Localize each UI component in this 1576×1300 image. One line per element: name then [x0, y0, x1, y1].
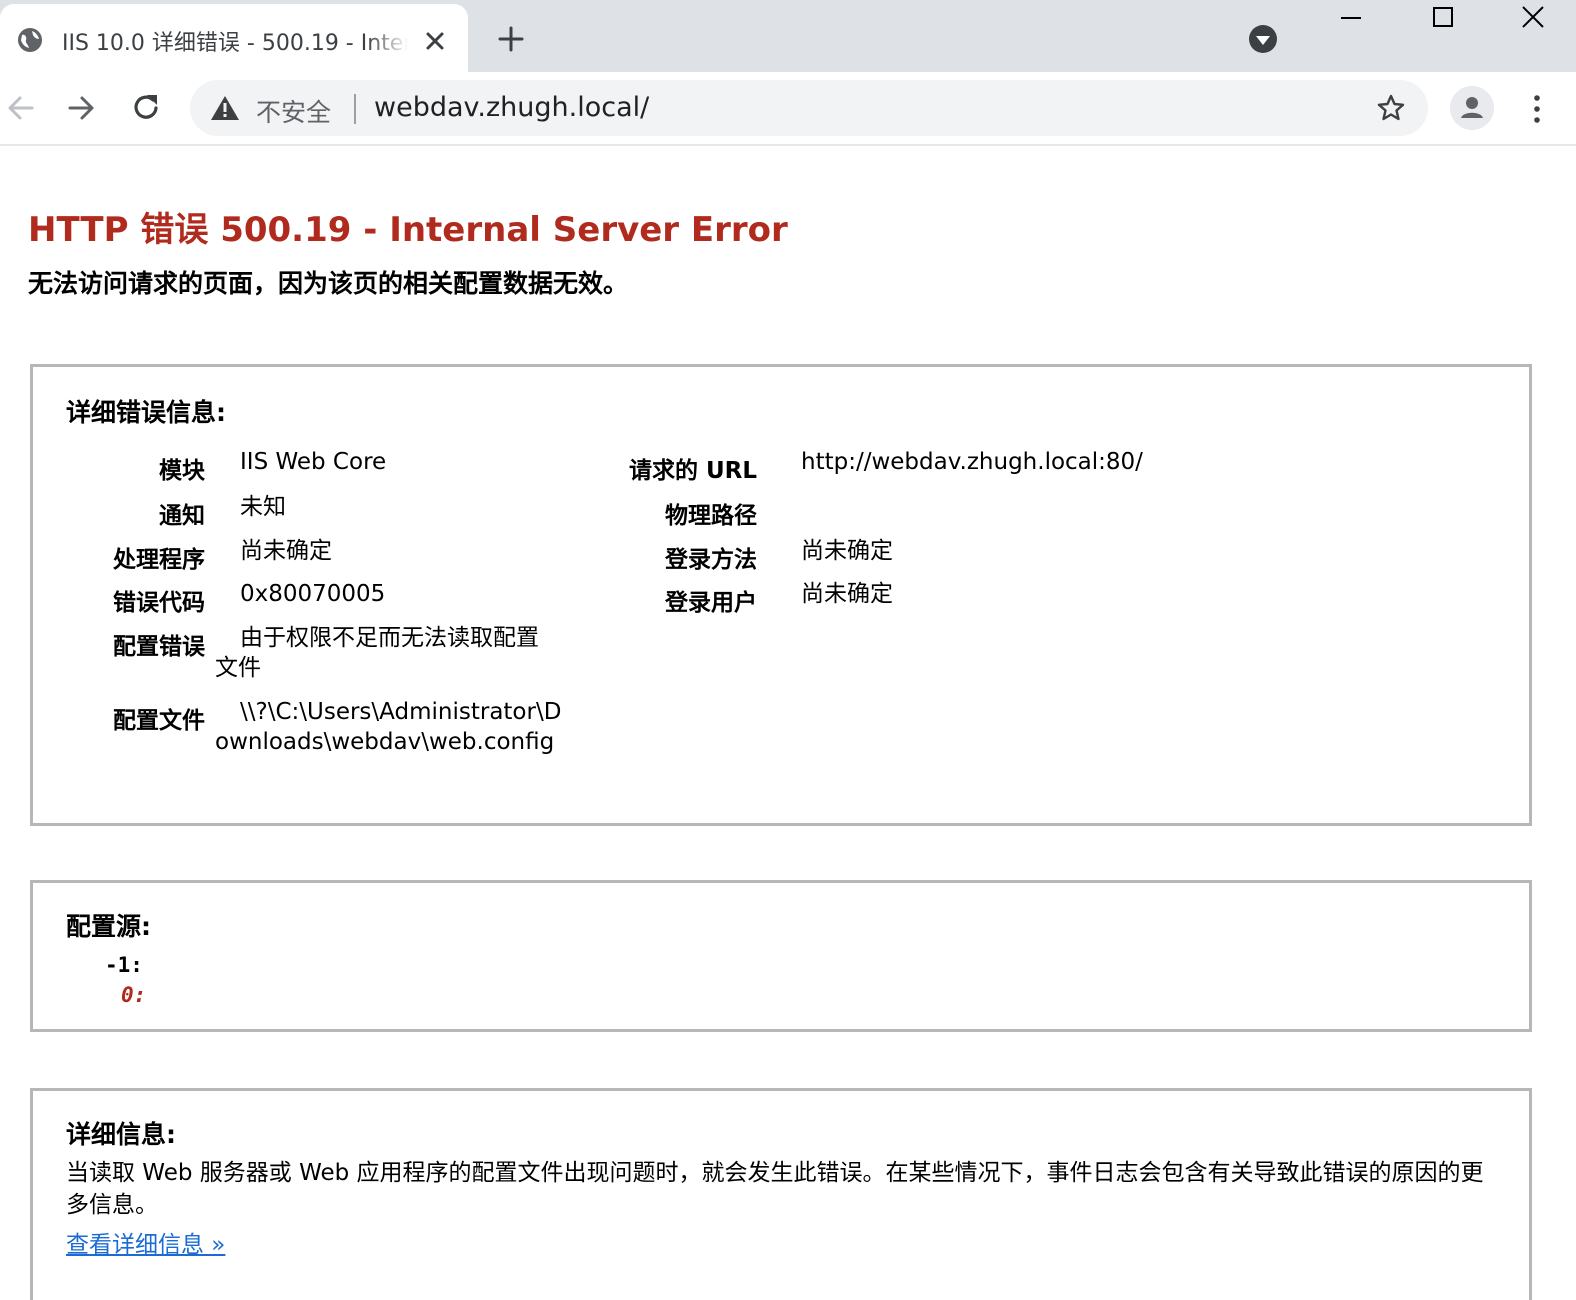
tab-title: IIS 10.0 详细错误 - 500.19 - Internal Server…: [62, 31, 408, 56]
browser-tab[interactable]: IIS 10.0 详细错误 - 500.19 - Internal Server…: [0, 4, 468, 72]
config-error-value: 由于权限不足而无法读取配置文件: [215, 625, 539, 681]
details-heading: 详细错误信息:: [66, 398, 226, 427]
module-value: IIS Web Core: [240, 449, 387, 475]
config-file-value: \\?\C:\Users\Administrator\Downloads\web…: [215, 699, 562, 755]
page-subtitle: 无法访问请求的页面，因为该页的相关配置数据无效。: [28, 269, 629, 298]
warning-icon[interactable]: [210, 94, 240, 122]
logon-user-label: 登录用户: [665, 590, 757, 616]
handler-value: 尚未确定: [240, 538, 332, 564]
star-icon[interactable]: [1376, 93, 1406, 123]
kebab-menu-icon[interactable]: [1524, 92, 1550, 126]
error-details-panel: 详细错误信息: 模块 IIS Web Core 通知 未知 处理程序 尚未确定 …: [30, 364, 1532, 826]
address-bar[interactable]: 不安全 webdav.zhugh.local/: [190, 80, 1428, 136]
tab-search-icon[interactable]: [1248, 24, 1278, 54]
view-more-info-link[interactable]: 查看详细信息 »: [66, 1225, 225, 1259]
forward-arrow-icon[interactable]: [64, 90, 100, 126]
page-content: HTTP 错误 500.19 - Internal Server Error 无…: [0, 146, 1576, 1300]
config-source-panel: 配置源: -1: 0:: [30, 880, 1532, 1032]
address-divider: [354, 94, 356, 124]
request-url-label: 请求的 URL: [628, 458, 757, 484]
plus-icon[interactable]: [496, 24, 526, 54]
notification-label: 通知: [159, 503, 205, 529]
close-icon[interactable]: [422, 28, 448, 54]
more-info-heading: 详细信息:: [66, 1120, 176, 1149]
config-error-label: 配置错误: [113, 634, 205, 660]
more-info-panel: 详细信息: 当读取 Web 服务器或 Web 应用程序的配置文件出现问题时，就会…: [30, 1088, 1532, 1300]
maximize-icon[interactable]: [1428, 2, 1458, 32]
logon-method-value: 尚未确定: [801, 538, 893, 564]
config-source-heading: 配置源:: [66, 912, 151, 941]
config-source-error-line: 0:: [121, 983, 147, 1007]
window-close-icon[interactable]: [1518, 2, 1548, 32]
not-secure-label[interactable]: 不安全: [256, 93, 331, 129]
error-code-value: 0x80070005: [240, 581, 386, 607]
config-file-label: 配置文件: [113, 708, 205, 734]
minimize-icon[interactable]: [1336, 8, 1366, 28]
handler-label: 处理程序: [113, 547, 205, 573]
config-source-line: -1:: [105, 953, 143, 977]
notification-value: 未知: [240, 494, 286, 520]
error-code-label: 错误代码: [113, 590, 205, 616]
physical-path-label: 物理路径: [665, 503, 757, 529]
page-title: HTTP 错误 500.19 - Internal Server Error: [28, 210, 788, 250]
profile-icon[interactable]: [1450, 86, 1494, 130]
request-url-value: http://webdav.zhugh.local:80/: [801, 449, 1143, 475]
url-text[interactable]: webdav.zhugh.local/: [374, 92, 649, 123]
logon-method-label: 登录方法: [665, 547, 757, 573]
tab-strip: IIS 10.0 详细错误 - 500.19 - Internal Server…: [0, 0, 1576, 72]
logon-user-value: 尚未确定: [801, 581, 893, 607]
back-arrow-icon[interactable]: [2, 90, 38, 126]
module-label: 模块: [159, 458, 205, 484]
globe-icon: [18, 28, 42, 52]
browser-toolbar: 不安全 webdav.zhugh.local/: [0, 72, 1576, 146]
more-info-text: 当读取 Web 服务器或 Web 应用程序的配置文件出现问题时，就会发生此错误。…: [66, 1160, 1484, 1218]
reload-icon[interactable]: [128, 90, 164, 126]
